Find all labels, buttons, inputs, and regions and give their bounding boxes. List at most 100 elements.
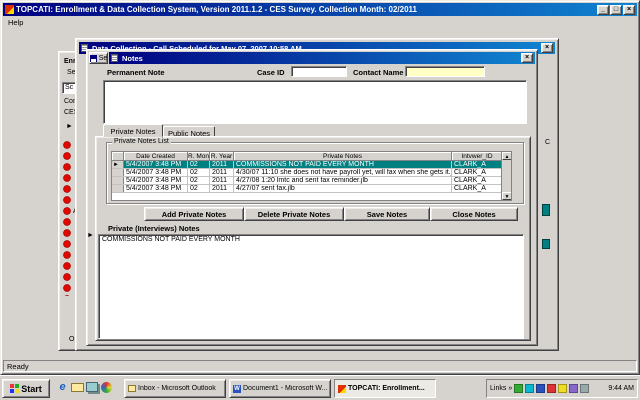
cell-r-mon: 02: [188, 169, 210, 176]
delete-private-notes-button[interactable]: Delete Private Notes: [244, 207, 344, 221]
task-label: Inbox - Microsoft Outlook: [138, 385, 216, 392]
status-text: Ready: [4, 362, 29, 371]
column-header[interactable]: R. Mon: [188, 152, 210, 161]
case-id-field[interactable]: [291, 66, 347, 77]
cell-interviewer-id: CLARK_A: [452, 169, 502, 176]
cell-r-mon: 02: [188, 177, 210, 184]
taskbar-task-outlook[interactable]: Inbox - Microsoft Outlook: [124, 379, 226, 398]
maximize-icon[interactable]: [610, 5, 622, 15]
cell-interviewer-id: CLARK_A: [452, 161, 502, 168]
task-label: Document1 - Microsoft W...: [243, 385, 327, 392]
tray-icon[interactable]: [525, 384, 534, 393]
current-record-arrow-icon: [113, 162, 119, 168]
cell-r-year: 2011: [210, 177, 234, 184]
cell-interviewer-id: CLARK_A: [452, 185, 502, 192]
links-label[interactable]: Links: [490, 385, 506, 392]
note-icon: [111, 54, 118, 62]
tray-icon[interactable]: [558, 384, 567, 393]
private-interviews-notes-label: Private (Interviews) Notes: [108, 224, 200, 233]
tab-label: Private Notes: [110, 127, 155, 136]
quick-launch-ie-icon[interactable]: e: [56, 381, 69, 394]
scroll-down-icon[interactable]: [502, 192, 512, 200]
cell-date-created: 5/4/2007 3:48 PM: [124, 161, 188, 168]
cell-r-year: 2011: [210, 169, 234, 176]
system-tray: Links 9:44 AM: [486, 379, 638, 398]
marker-column-header: [112, 152, 124, 161]
clock: 9:44 AM: [608, 385, 634, 392]
task-label: TOPCATI: Enrollment...: [348, 385, 425, 392]
scroll-up-icon[interactable]: [502, 152, 512, 160]
tray-icon[interactable]: [569, 384, 578, 393]
cell-interviewer-id: CLARK_A: [452, 177, 502, 184]
cell-date-created: 5/4/2007 3:48 PM: [124, 177, 188, 184]
cell-date-created: 5/4/2007 3:48 PM: [124, 169, 188, 176]
dc-right-fragment: C: [545, 139, 550, 146]
windows-logo-icon: [10, 384, 19, 393]
cell-private-note: 4/27/08 1:20 lmtc and sent fax reminder.…: [234, 177, 452, 184]
tray-icon[interactable]: [580, 384, 589, 393]
start-label: Start: [21, 384, 42, 394]
main-titlebar: TOPCATI: Enrollment & Data Collection Sy…: [3, 3, 637, 16]
row-marker: [112, 161, 124, 168]
column-header[interactable]: Intvwer_ID: [452, 152, 502, 161]
record-selector-arrow-icon: [66, 123, 73, 130]
table-row[interactable]: 5/4/2007 3:48 PM 02 2011 4/27/07 sent fa…: [112, 185, 511, 193]
topcati-icon: [338, 385, 346, 393]
permanent-note-textarea[interactable]: [103, 80, 527, 124]
quick-launch-channels-icon[interactable]: [101, 382, 112, 393]
notes-window: Se Notes Permanent Note Case ID Contact …: [86, 49, 538, 346]
taskbar: Start e Inbox - Microsoft Outlook W Docu…: [0, 375, 640, 400]
contact-name-field[interactable]: [405, 66, 485, 77]
outlook-icon: [128, 385, 136, 392]
table-row[interactable]: 5/4/2007 3:48 PM 02 2011 COMMISSIONS NOT…: [112, 161, 511, 169]
taskbar-task-word[interactable]: W Document1 - Microsoft W...: [229, 379, 331, 398]
menu-bar: Help: [3, 17, 637, 29]
start-button[interactable]: Start: [2, 379, 50, 398]
cell-r-year: 2011: [210, 161, 234, 168]
data-collection-window: Data Collection - Call Scheduled for May…: [75, 38, 559, 351]
minimize-icon[interactable]: [597, 5, 609, 15]
table-row[interactable]: 5/4/2007 3:48 PM 02 2011 4/27/08 1:20 lm…: [112, 177, 511, 185]
column-header[interactable]: Private Notes: [234, 152, 452, 161]
close-icon[interactable]: [623, 5, 635, 15]
column-header[interactable]: Date Created: [124, 152, 188, 161]
tray-icon[interactable]: [547, 384, 556, 393]
taskbar-task-topcati[interactable]: TOPCATI: Enrollment...: [334, 379, 436, 398]
notes-titlebar: Notes: [109, 52, 535, 64]
save-notes-toolbar-button[interactable]: Se: [89, 52, 108, 64]
cell-r-mon: 02: [188, 185, 210, 192]
close-notes-button[interactable]: Close Notes: [430, 207, 518, 221]
tray-icon[interactable]: [514, 384, 523, 393]
permanent-note-label: Permanent Note: [107, 68, 165, 77]
main-window-title: TOPCATI: Enrollment & Data Collection Sy…: [14, 5, 596, 14]
notes-title: Notes: [120, 54, 520, 63]
close-icon[interactable]: [541, 43, 553, 53]
private-notes-table: Date Created R. Mon R. Year Private Note…: [111, 151, 512, 201]
record-status-dots: [62, 140, 72, 296]
table-scrollbar[interactable]: [501, 152, 511, 200]
chevron-icon[interactable]: [508, 385, 512, 392]
cell-r-mon: 02: [188, 161, 210, 168]
quick-launch-outlook-icon[interactable]: [71, 383, 84, 392]
table-row[interactable]: 5/4/2007 3:48 PM 02 2011 4/30/07 11:10 s…: [112, 169, 511, 177]
case-id-label: Case ID: [257, 68, 285, 77]
tray-icon[interactable]: [536, 384, 545, 393]
cell-r-year: 2011: [210, 185, 234, 192]
bg-fragment: Sc: [65, 84, 73, 91]
quick-launch-desktop-icon[interactable]: [86, 382, 98, 392]
close-icon[interactable]: [521, 53, 533, 63]
private-notes-tabpage: Private Notes List Date Created R. Mon R…: [95, 136, 531, 341]
column-header[interactable]: R. Year: [210, 152, 234, 161]
menu-help[interactable]: Help: [3, 17, 28, 28]
row-marker: [112, 177, 124, 184]
private-notes-list-label: Private Notes List: [112, 138, 171, 145]
save-notes-button[interactable]: Save Notes: [344, 207, 430, 221]
tab-private-notes[interactable]: Private Notes: [103, 124, 163, 137]
record-selector-arrow-icon: [87, 232, 94, 239]
add-private-notes-button[interactable]: Add Private Notes: [144, 207, 244, 221]
save-fragment-label: Se: [99, 55, 108, 62]
dc-right-marker: [542, 239, 550, 249]
private-interviews-notes-textarea[interactable]: COMMISSIONS NOT PAID EVERY MONTH: [98, 234, 524, 339]
status-bar: Ready: [3, 360, 637, 372]
main-window: TOPCATI: Enrollment & Data Collection Sy…: [0, 0, 640, 375]
